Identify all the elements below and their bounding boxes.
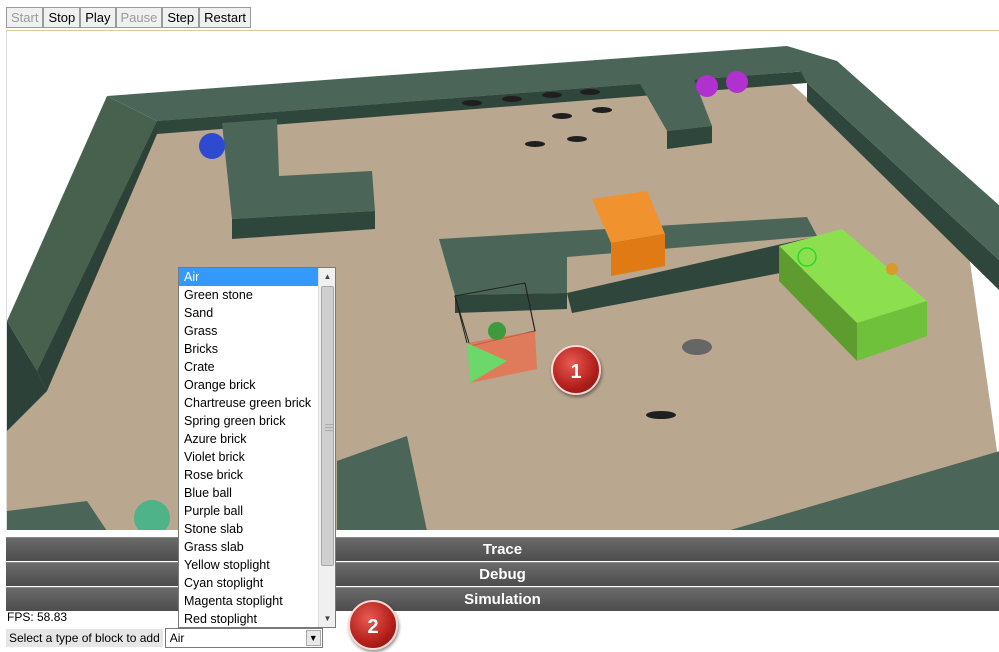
yellow-stoplight-icon xyxy=(886,263,898,275)
restart-button[interactable]: Restart xyxy=(199,7,252,28)
block-option[interactable]: Rose brick xyxy=(179,466,318,484)
collapsible-panels: Trace Debug Simulation xyxy=(6,537,999,612)
block-option[interactable]: Bricks xyxy=(179,340,318,358)
block-option[interactable]: Magenta stoplight xyxy=(179,592,318,610)
play-button[interactable]: Play xyxy=(80,7,116,28)
debug-panel-header[interactable]: Debug xyxy=(6,562,999,586)
block-option[interactable]: Grass xyxy=(179,322,318,340)
fps-readout: FPS: 58.83 xyxy=(7,610,68,624)
block-type-select[interactable]: Air ▼ xyxy=(164,628,323,648)
block-type-dropdown-list[interactable]: Air Green stone Sand Grass Bricks Crate Orange… xyxy=(178,267,336,628)
block-option[interactable]: Stone slab xyxy=(179,520,318,538)
block-selector-row: Select a type of block to add Air ▼ xyxy=(6,628,323,648)
step-button[interactable]: Step xyxy=(162,7,200,28)
scrollbar-thumb[interactable]: — — — xyxy=(321,286,334,566)
annotation-marker-2: 2 xyxy=(348,600,398,650)
block-option[interactable]: Spring green brick xyxy=(179,412,318,430)
purple-ball-icon xyxy=(696,75,718,97)
dropdown-scrollbar[interactable]: ▲ — — — ▼ xyxy=(318,268,335,627)
trace-panel-header[interactable]: Trace xyxy=(6,537,999,561)
block-option[interactable]: Grass slab xyxy=(179,538,318,556)
block-option[interactable]: Orange brick xyxy=(179,376,318,394)
block-option[interactable]: Sand xyxy=(179,304,318,322)
stop-button[interactable]: Stop xyxy=(43,7,81,28)
chevron-down-icon[interactable]: ▼ xyxy=(305,630,321,646)
block-option[interactable]: Air xyxy=(179,268,318,286)
green-plant-icon xyxy=(488,322,506,340)
block-option[interactable]: Yellow stoplight xyxy=(179,556,318,574)
block-option[interactable]: Red stoplight xyxy=(179,610,318,627)
purple-ball-icon-2 xyxy=(726,71,748,93)
block-option[interactable]: Cyan stoplight xyxy=(179,574,318,592)
world-scene xyxy=(7,46,999,530)
block-option[interactable]: Green stone xyxy=(179,286,318,304)
block-selector-label: Select a type of block to add xyxy=(6,629,163,647)
scroll-up-icon[interactable]: ▲ xyxy=(320,269,335,284)
block-option[interactable]: Azure brick xyxy=(179,430,318,448)
3d-world-viewport[interactable] xyxy=(6,30,999,530)
block-option[interactable]: Blue ball xyxy=(179,484,318,502)
scroll-down-icon[interactable]: ▼ xyxy=(320,611,335,626)
block-option[interactable]: Violet brick xyxy=(179,448,318,466)
pause-button[interactable]: Pause xyxy=(115,7,163,28)
blue-ball-icon xyxy=(199,133,225,159)
block-option[interactable]: Chartreuse green brick xyxy=(179,394,318,412)
start-button[interactable]: Start xyxy=(6,7,44,28)
annotation-marker-1: 1 xyxy=(551,345,601,395)
block-type-selected-value: Air xyxy=(169,631,185,645)
simulation-toolbar: Start Stop Play Pause Step Restart xyxy=(6,7,252,29)
grip-icon: — — — xyxy=(325,420,333,435)
block-type-options: Air Green stone Sand Grass Bricks Crate Orange… xyxy=(179,268,318,627)
simulation-panel-header[interactable]: Simulation xyxy=(6,587,999,611)
block-option[interactable]: Crate xyxy=(179,358,318,376)
block-option[interactable]: Purple ball xyxy=(179,502,318,520)
